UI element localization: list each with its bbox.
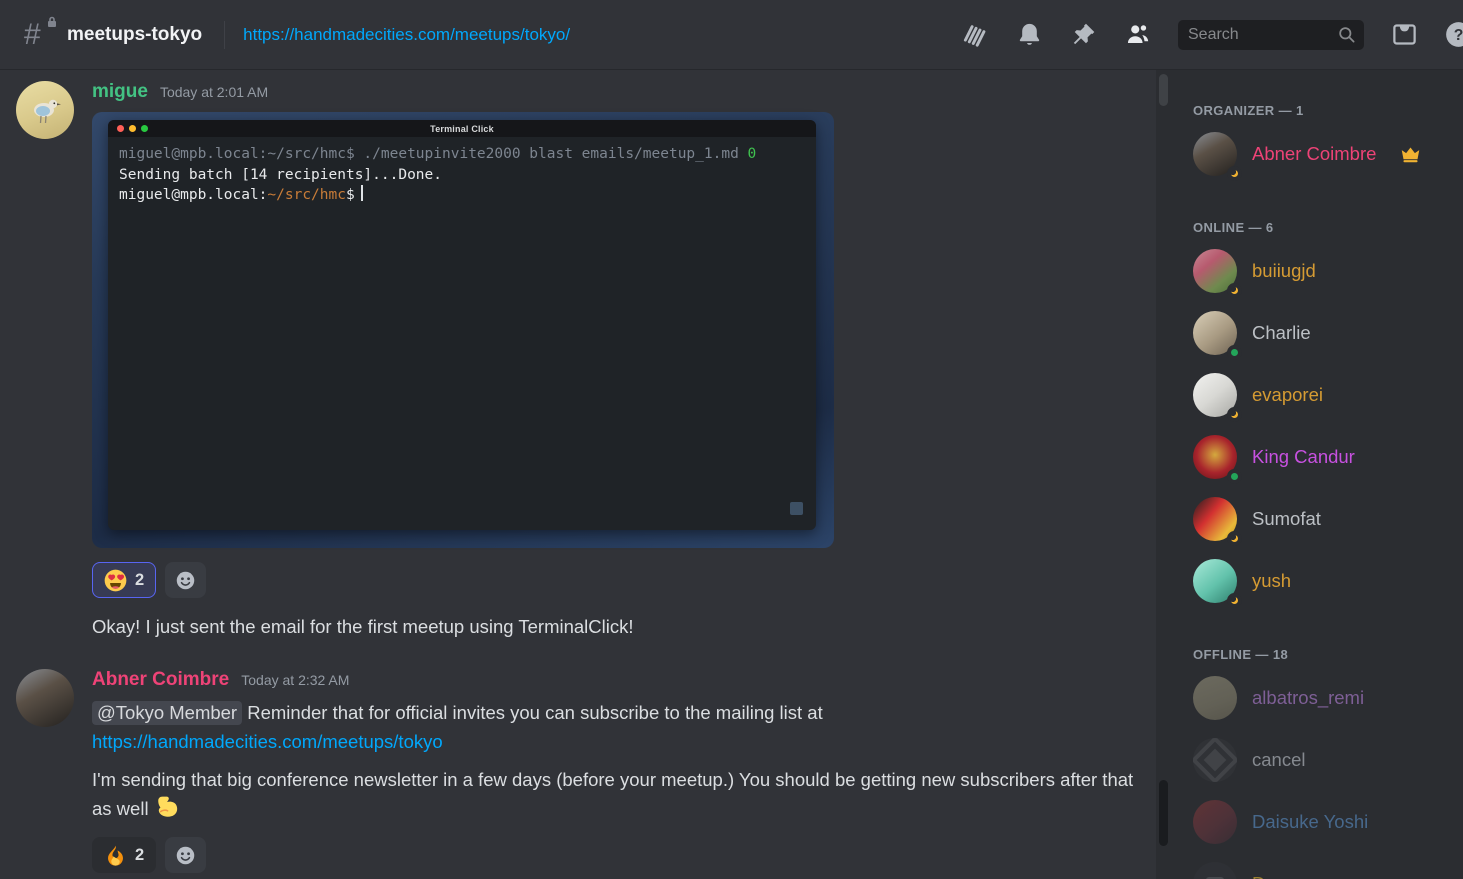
online-status-icon xyxy=(1227,345,1242,360)
member-row-partial[interactable]: D xyxy=(1193,862,1451,879)
member-row-evaporei[interactable]: evaporei xyxy=(1193,373,1451,417)
svg-text:?: ? xyxy=(1454,27,1463,44)
search-icon xyxy=(1337,25,1356,44)
reaction-count: 2 xyxy=(135,571,144,590)
message-link[interactable]: https://handmadecities.com/meetups/tokyo xyxy=(92,731,443,752)
terminal-line1: miguel@mpb.local:~/src/hmc$ ./meetupinvi… xyxy=(119,146,748,162)
topbar-divider xyxy=(224,21,225,49)
section-online: ONLINE — 6 xyxy=(1193,220,1451,235)
idle-status-icon xyxy=(1227,166,1242,181)
member-row-daisuke-yoshi[interactable]: Daisuke Yoshi xyxy=(1193,800,1451,844)
terminal-exit-status: 0 xyxy=(748,146,757,162)
terminal-line2: Sending batch [14 recipients]...Done. xyxy=(119,167,442,183)
add-reaction-icon xyxy=(175,570,196,591)
member-row-king-candur[interactable]: King Candur xyxy=(1193,435,1451,479)
message-migue: migue Today at 2:01 AM Terminal Click xyxy=(16,81,1156,641)
member-row-albatros-remi[interactable]: albatros_remi xyxy=(1193,676,1451,720)
terminal-titlebar: Terminal Click xyxy=(108,120,816,137)
heart-eyes-emoji xyxy=(104,569,127,592)
member-row-abner[interactable]: Abner Coimbre xyxy=(1193,132,1451,176)
message-timestamp: Today at 2:32 AM xyxy=(241,672,349,688)
member-list-toggle-icon[interactable] xyxy=(1124,21,1151,48)
reactions-row: 2 xyxy=(92,837,1156,873)
reactions-row: 2 xyxy=(92,562,1156,598)
pinned-messages-icon[interactable] xyxy=(1070,21,1097,48)
reaction-fire[interactable]: 2 xyxy=(92,837,156,873)
fire-emoji xyxy=(104,844,127,867)
section-organizer: ORGANIZER — 1 xyxy=(1193,103,1451,118)
chat-area: migue Today at 2:01 AM Terminal Click xyxy=(0,70,1172,879)
bird-illustration xyxy=(28,94,62,126)
owner-crown-icon xyxy=(1400,145,1421,163)
channel-name: meetups-tokyo xyxy=(67,24,202,46)
terminal-screenshot-embed[interactable]: Terminal Click miguel@mpb.local:~/src/hm… xyxy=(92,112,834,548)
member-row-yush[interactable]: yush xyxy=(1193,559,1451,603)
member-list: ORGANIZER — 1 Abner Coimbre ONLINE — 6 b… xyxy=(1172,70,1463,879)
terminal-output: miguel@mpb.local:~/src/hmc$ ./meetupinvi… xyxy=(108,137,816,213)
lock-icon xyxy=(46,16,58,28)
message-abner: Abner Coimbre Today at 2:32 AM @Tokyo Me… xyxy=(16,669,1156,873)
online-status-icon xyxy=(1227,469,1242,484)
flex-biceps-emoji xyxy=(153,794,180,821)
message-text: I'm sending that big conference newslett… xyxy=(92,765,1152,823)
notifications-bell-icon[interactable] xyxy=(1016,21,1043,48)
idle-status-icon xyxy=(1227,593,1242,608)
avatar-abner[interactable] xyxy=(16,669,74,727)
message-timestamp: Today at 2:01 AM xyxy=(160,84,268,100)
search-input[interactable] xyxy=(1188,26,1337,44)
author-name[interactable]: Abner Coimbre xyxy=(92,669,229,691)
help-icon[interactable]: ? xyxy=(1445,21,1463,48)
terminal-grip-badge xyxy=(790,502,803,515)
reaction-count: 2 xyxy=(135,846,144,865)
inbox-icon[interactable] xyxy=(1391,21,1418,48)
idle-status-icon xyxy=(1227,407,1242,422)
channel-header: # meetups-tokyo https://handmadecities.c… xyxy=(0,0,1463,70)
idle-status-icon xyxy=(1227,531,1242,546)
idle-status-icon xyxy=(1227,283,1242,298)
channel-hash-lock-icon: # xyxy=(24,18,54,52)
add-reaction-button[interactable] xyxy=(165,837,206,873)
chat-scrollbar[interactable] xyxy=(1156,70,1172,879)
author-name[interactable]: migue xyxy=(92,81,148,103)
add-reaction-icon xyxy=(175,845,196,866)
search-bar[interactable] xyxy=(1178,20,1364,50)
avatar xyxy=(1193,132,1237,176)
scrollbar-thumb[interactable] xyxy=(1159,780,1168,846)
terminal-window: Terminal Click miguel@mpb.local:~/src/hm… xyxy=(108,120,816,530)
terminal-title: Terminal Click xyxy=(108,124,816,134)
message-text: @Tokyo Member Reminder that for official… xyxy=(92,698,1152,756)
member-row-cancel[interactable]: cancel xyxy=(1193,738,1451,782)
scrollbar-cap xyxy=(1159,74,1168,106)
role-mention[interactable]: @Tokyo Member xyxy=(92,701,242,725)
avatar-migue[interactable] xyxy=(16,81,74,139)
member-row-sumofat[interactable]: Sumofat xyxy=(1193,497,1451,541)
add-reaction-button[interactable] xyxy=(165,562,206,598)
member-row-buiiugjd[interactable]: buiiugjd xyxy=(1193,249,1451,293)
channel-topic-link[interactable]: https://handmadecities.com/meetups/tokyo… xyxy=(243,25,570,45)
reaction-heart-eyes[interactable]: 2 xyxy=(92,562,156,598)
threads-icon[interactable] xyxy=(962,21,989,48)
section-offline: OFFLINE — 18 xyxy=(1193,647,1451,662)
message-text: Okay! I just sent the email for the firs… xyxy=(92,612,1152,641)
terminal-cursor xyxy=(361,185,363,201)
member-row-charlie[interactable]: Charlie xyxy=(1193,311,1451,355)
